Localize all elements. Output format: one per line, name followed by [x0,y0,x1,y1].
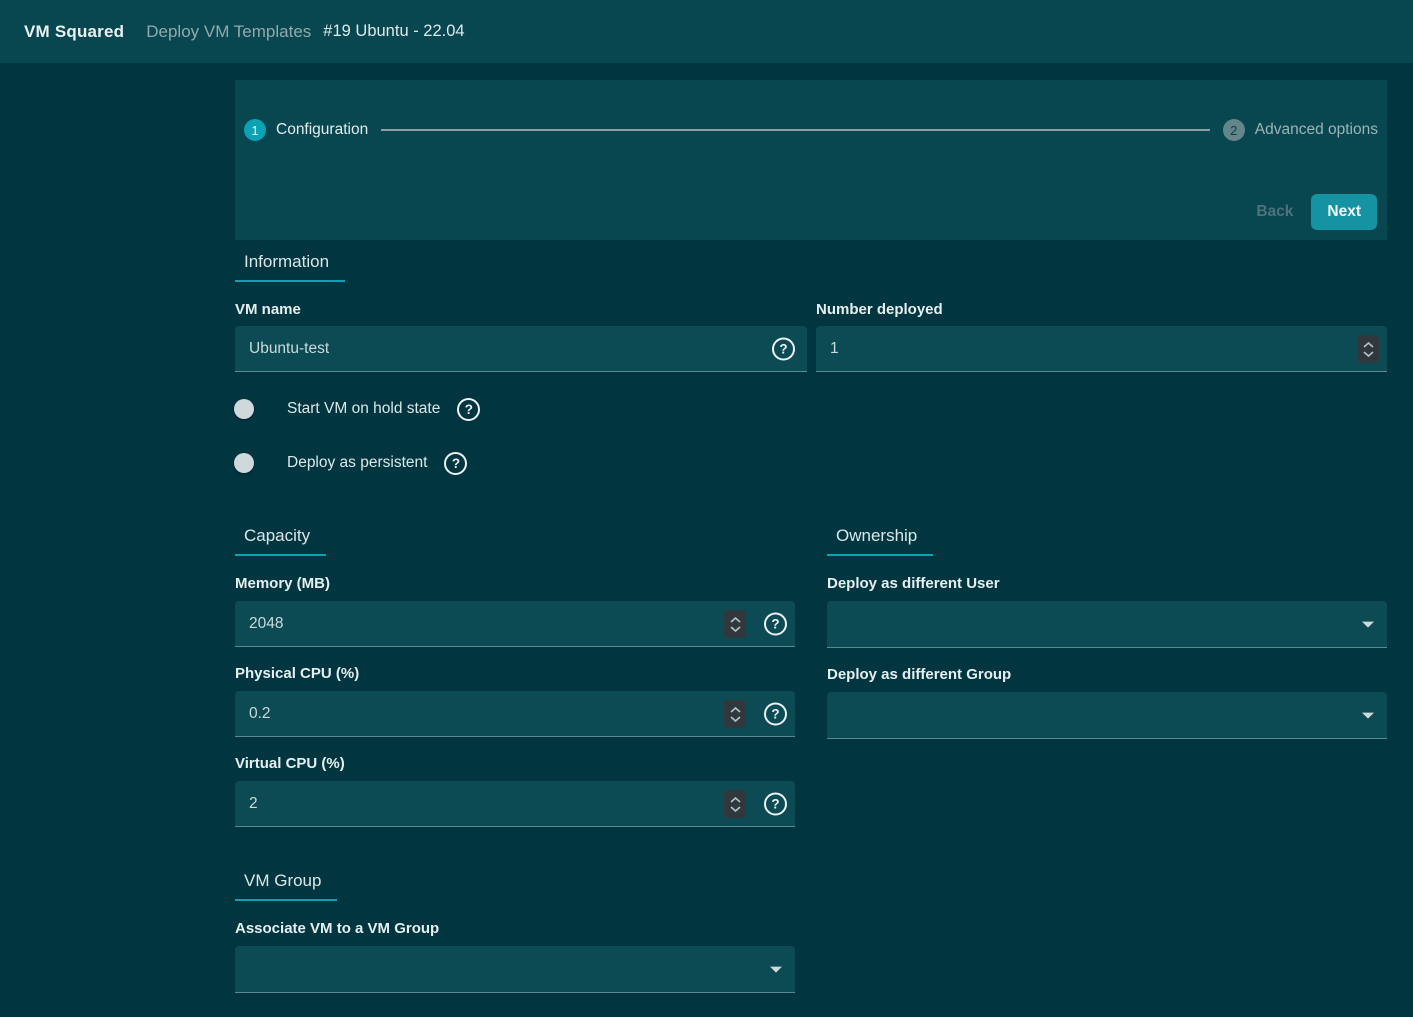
stepper-connector [381,129,1210,131]
physical-cpu-input[interactable] [235,691,795,737]
deploy-as-user-label: Deploy as different User [827,575,1387,592]
main-area: 1 Configuration 2 Advanced options Back … [0,80,1413,1017]
physical-cpu-stepper[interactable] [724,700,746,728]
section-title-information: Information [235,252,345,282]
stepper-card: 1 Configuration 2 Advanced options Back … [235,80,1387,240]
vm-name-label: VM name [235,301,807,318]
chevron-down-icon [1363,351,1374,357]
deploy-persistent-label: Deploy as persistent [287,454,427,472]
step-1-label[interactable]: Configuration [276,121,368,139]
deploy-persistent-row: Deploy as persistent ? [235,450,1387,476]
start-on-hold-help-icon[interactable]: ? [457,398,480,421]
stepper-actions: Back Next [1242,194,1377,230]
dropdown-caret-icon [1362,622,1374,628]
memory-stepper[interactable] [724,610,746,638]
chevron-down-icon [730,716,741,722]
dropdown-caret-icon [1362,713,1374,719]
section-title-vm-group: VM Group [235,871,337,901]
toggle-knob [234,399,254,419]
stepper: 1 Configuration 2 Advanced options [235,80,1387,141]
start-on-hold-label: Start VM on hold state [287,400,440,418]
memory-input[interactable] [235,601,795,647]
app-brand: VM Squared [24,22,124,42]
vm-name-help-icon[interactable]: ? [772,338,795,361]
virtual-cpu-stepper[interactable] [724,790,746,818]
associate-vm-group-label: Associate VM to a VM Group [235,920,795,937]
back-button[interactable]: Back [1242,195,1307,229]
vm-name-input[interactable] [235,326,807,372]
next-button[interactable]: Next [1311,194,1377,230]
physical-cpu-label: Physical CPU (%) [235,665,795,682]
deploy-as-user-select[interactable] [827,601,1387,648]
number-deployed-label: Number deployed [816,301,1387,318]
step-1-indicator[interactable]: 1 [244,119,266,141]
virtual-cpu-input[interactable] [235,781,795,827]
chevron-down-icon [730,806,741,812]
associate-vm-group-select[interactable] [235,946,795,993]
chevron-up-icon [730,707,741,713]
virtual-cpu-help-icon[interactable]: ? [764,793,787,816]
dropdown-caret-icon [770,967,782,973]
memory-label: Memory (MB) [235,575,795,592]
chevron-up-icon [1363,342,1374,348]
chevron-up-icon [730,617,741,623]
virtual-cpu-label: Virtual CPU (%) [235,755,795,772]
physical-cpu-help-icon[interactable]: ? [764,703,787,726]
chevron-up-icon [730,797,741,803]
chevron-down-icon [730,626,741,632]
number-deployed-input[interactable] [816,326,1387,372]
start-on-hold-row: Start VM on hold state ? [235,396,1387,422]
number-deployed-stepper[interactable] [1357,335,1379,363]
toggle-knob [234,453,254,473]
memory-help-icon[interactable]: ? [764,613,787,636]
breadcrumb-section: Deploy VM Templates [146,22,311,42]
step-2-indicator[interactable]: 2 [1223,119,1245,141]
section-title-capacity: Capacity [235,526,326,556]
deploy-persistent-help-icon[interactable]: ? [444,452,467,475]
deploy-as-group-label: Deploy as different Group [827,666,1387,683]
step-2-label[interactable]: Advanced options [1255,121,1378,139]
section-title-ownership: Ownership [827,526,933,556]
breadcrumb-resource: #19 Ubuntu - 22.04 [323,22,464,41]
app-header: VM Squared Deploy VM Templates #19 Ubunt… [0,0,1413,63]
start-on-hold-toggle[interactable] [237,402,271,416]
deploy-persistent-toggle[interactable] [237,456,271,470]
deploy-as-group-select[interactable] [827,692,1387,739]
